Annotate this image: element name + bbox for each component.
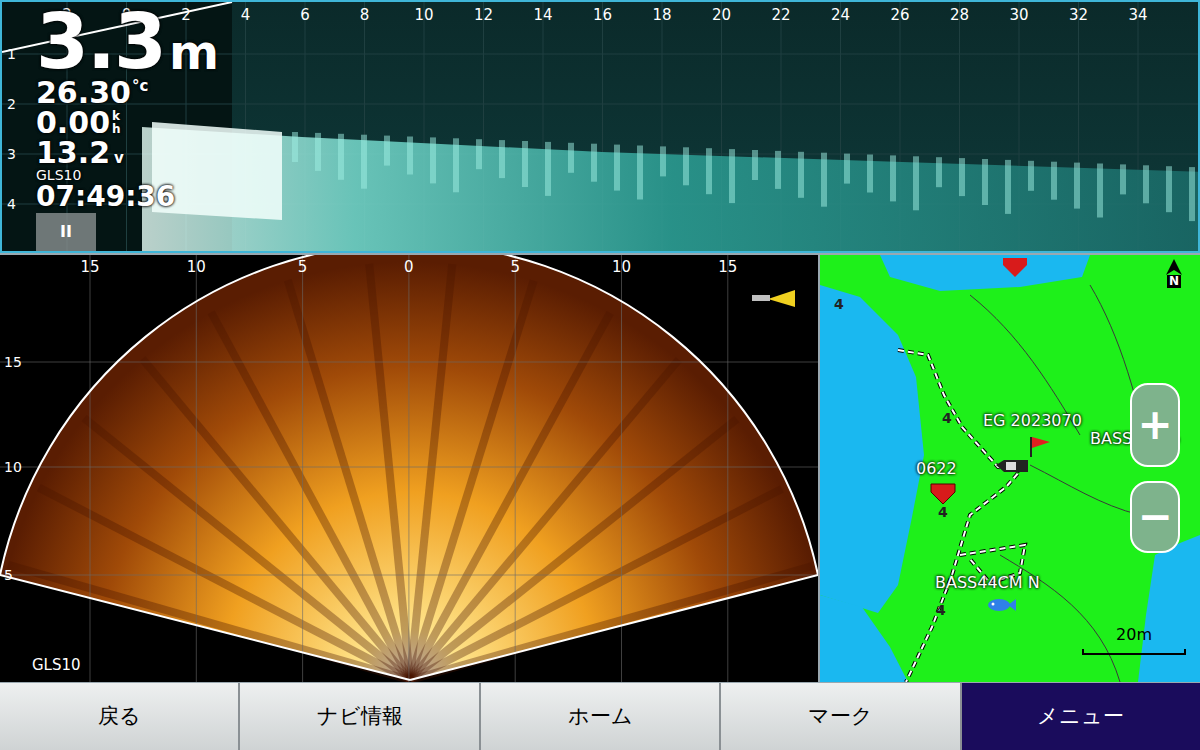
range-tick: 20	[712, 4, 731, 27]
route-mark: 4	[936, 603, 946, 617]
readout-overlay: 3.3m26.30°c0.00kh13.2vGLS1007:49:36II	[36, 6, 219, 251]
range-tick: 18	[652, 4, 671, 27]
down-scan-panel: 2024681012141618202224262830323412343.3m…	[0, 0, 1200, 253]
range-tick: 12	[474, 4, 493, 27]
range-tick: 24	[831, 4, 850, 27]
side-scan-panel: 15 10 5 0 5 10 15 15 10 5 GLS10	[0, 255, 818, 682]
softkey-bar: 戻るナビ情報ホームマークメニュー	[0, 683, 1200, 750]
source-label: GLS10	[32, 654, 81, 677]
depth-tick: 4	[7, 194, 16, 215]
range-tick: 10	[414, 4, 433, 27]
range-tick: 10	[187, 256, 206, 279]
scale-bar: 20m	[1082, 625, 1186, 655]
range-tick: 8	[360, 4, 370, 27]
map-marker[interactable]	[1028, 435, 1052, 457]
map-panel[interactable]: N4444EG 2023070BASS DS450622BASS44CM N+−…	[820, 255, 1200, 682]
north-arrow-icon	[1164, 259, 1184, 275]
side-scan-image	[0, 255, 818, 682]
softkey-button[interactable]: 戻る	[0, 683, 238, 750]
range-tick: 5	[298, 256, 308, 279]
voltage-reading: 13.2v	[36, 138, 219, 168]
marker-label[interactable]: EG 2023070	[983, 411, 1082, 431]
marker-label[interactable]: 0622	[916, 459, 957, 479]
source-label: GLS10	[36, 168, 219, 183]
range-tick: 28	[950, 4, 969, 27]
route-mark: 4	[938, 505, 948, 519]
map-marker[interactable]	[930, 483, 956, 505]
zoom-out-button[interactable]: −	[1130, 481, 1180, 553]
map-image	[820, 255, 1200, 682]
range-tick: 4	[241, 4, 251, 27]
depth-tick: 10	[4, 457, 22, 478]
softkey-button[interactable]: マーク	[721, 683, 959, 750]
depth-tick: 3	[7, 144, 16, 165]
softkey-button[interactable]: ホーム	[481, 683, 719, 750]
map-marker[interactable]	[986, 597, 1016, 613]
time-label: 07:49:36	[36, 183, 219, 211]
softkey-button[interactable]: ナビ情報	[240, 683, 478, 750]
range-tick: 5	[510, 256, 520, 279]
depth-tick: 1	[7, 44, 16, 65]
range-tick: 2	[181, 4, 191, 27]
depth-reading: 3.3m	[36, 6, 219, 78]
fish-finder-screen: 2024681012141618202224262830323412343.3m…	[0, 0, 1200, 750]
range-tick: 32	[1069, 4, 1088, 27]
boat-icon	[996, 460, 1028, 472]
north-arrow: N	[1164, 259, 1184, 288]
pin-icon	[930, 483, 956, 505]
depth-tick: 15	[4, 352, 22, 373]
range-tick: 15	[80, 256, 99, 279]
temperature-reading: 26.30°c	[36, 78, 219, 108]
range-tick: 26	[890, 4, 909, 27]
range-tick: 16	[593, 4, 612, 27]
range-tick: 15	[718, 256, 737, 279]
depth-tick: 5	[4, 565, 13, 586]
marker-label[interactable]: BASS44CM N	[935, 573, 1040, 593]
route-mark: 4	[942, 411, 952, 425]
pause-button[interactable]: II	[36, 213, 96, 251]
fish-icon	[986, 597, 1016, 613]
softkey-button[interactable]: メニュー	[962, 683, 1200, 750]
range-tick: 30	[1009, 4, 1028, 27]
range-tick: 6	[300, 4, 310, 27]
range-tick: 0	[404, 256, 414, 279]
range-tick: 34	[1128, 4, 1147, 27]
range-tick: 14	[533, 4, 552, 27]
route-mark: 4	[834, 297, 844, 311]
depth-tick: 2	[7, 94, 16, 115]
range-tick: 22	[771, 4, 790, 27]
range-tick: 10	[612, 256, 631, 279]
flag-icon	[1028, 435, 1052, 457]
transducer-icon	[752, 290, 795, 307]
zoom-in-button[interactable]: +	[1130, 383, 1180, 467]
lower-panels: 15 10 5 0 5 10 15 15 10 5 GLS10 N 4 4 4 4 EG 2023070 BASS…	[0, 253, 1200, 683]
speed-reading: 0.00kh	[36, 108, 219, 138]
